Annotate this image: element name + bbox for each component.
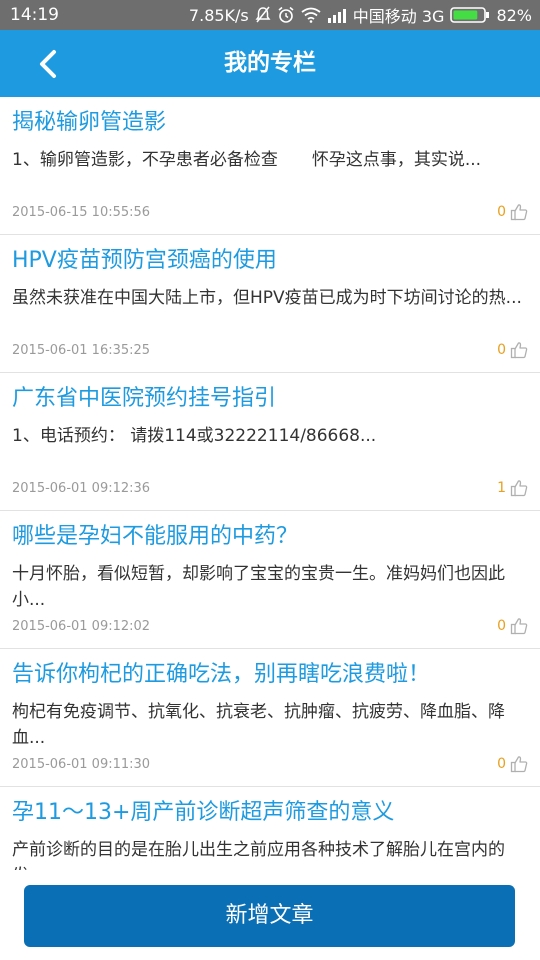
like-count: 0 (497, 342, 506, 358)
article-date: 2015-06-15 10:55:56 (12, 204, 151, 220)
article-date: 2015-06-01 09:11:30 (12, 756, 151, 772)
article-date: 2015-06-01 09:12:36 (12, 480, 151, 496)
article-title[interactable]: 告诉你枸杞的正确吃法，别再瞎吃浪费啦！ (12, 659, 528, 691)
like-count: 0 (497, 204, 506, 220)
status-bar: 14:19 7.85K/s 中国移动 3G 82% (0, 0, 540, 30)
screen: 14:19 7.85K/s 中国移动 3G 82% 我的专栏 揭秘输卵管造影 1… (0, 0, 540, 960)
chevron-left-icon (40, 50, 56, 78)
article-meta: 2015-06-01 09:11:30 0 (12, 754, 528, 774)
carrier-label: 中国移动 3G (352, 7, 445, 26)
battery-percent: 82% (496, 5, 532, 25)
status-time: 14:19 (10, 5, 59, 25)
battery-icon (450, 6, 490, 24)
article-summary: 枸杞有免疫调节、抗氧化、抗衰老、抗肿瘤、抗疲劳、降血脂、降血... (12, 702, 505, 748)
article-summary: 虽然未获准在中国大陆上市，但HPV疫苗已成为时下坊间讨论的热... (12, 288, 522, 308)
article-title[interactable]: HPV疫苗预防宫颈癌的使用 (12, 245, 528, 277)
article-title[interactable]: 广东省中医院预约挂号指引 (12, 383, 528, 415)
thumbs-up-icon (510, 480, 528, 497)
thumbs-up-icon (510, 756, 528, 773)
article-meta: 2015-06-01 09:12:02 0 (12, 616, 528, 636)
like-count: 1 (497, 480, 506, 496)
add-article-button[interactable]: 新增文章 (24, 885, 515, 947)
thumbs-up-icon (510, 342, 528, 359)
wifi-icon (301, 7, 321, 23)
article-title[interactable]: 哪些是孕妇不能服用的中药？ (12, 521, 528, 553)
back-button[interactable] (28, 44, 68, 84)
mute-icon (255, 6, 271, 24)
signal-icon (327, 7, 347, 23)
status-indicators: 7.85K/s 中国移动 3G 82% (189, 3, 532, 27)
page-title: 我的专栏 (224, 50, 316, 76)
title-bar: 我的专栏 (0, 30, 540, 97)
like-count: 0 (497, 618, 506, 634)
article-item[interactable]: 告诉你枸杞的正确吃法，别再瞎吃浪费啦！ 枸杞有免疫调节、抗氧化、抗衰老、抗肿瘤、… (0, 649, 540, 787)
like-button[interactable]: 1 (497, 479, 528, 497)
article-meta: 2015-06-01 16:35:25 0 (12, 340, 528, 360)
article-date: 2015-06-01 16:35:25 (12, 342, 151, 358)
article-meta: 2015-06-15 10:55:56 0 (12, 202, 528, 222)
article-item[interactable]: 广东省中医院预约挂号指引 1、电话预约： 请拨114或32222114/8666… (0, 373, 540, 511)
article-summary: 1、电话预约： 请拨114或32222114/86668... (12, 426, 377, 446)
network-speed: 7.85K/s (188, 5, 249, 25)
like-button[interactable]: 0 (497, 755, 528, 773)
like-count: 0 (497, 756, 506, 772)
article-summary: 1、输卵管造影，不孕患者必备检查 怀孕这点事，其实说... (12, 150, 482, 170)
like-button[interactable]: 0 (497, 341, 528, 359)
thumbs-up-icon (510, 618, 528, 635)
article-meta: 2015-06-01 09:12:36 1 (12, 478, 528, 498)
article-list[interactable]: 揭秘输卵管造影 1、输卵管造影，不孕患者必备检查 怀孕这点事，其实说... 20… (0, 97, 540, 887)
article-title[interactable]: 孕11～13+周产前诊断超声筛查的意义 (12, 797, 528, 829)
like-button[interactable]: 0 (497, 617, 528, 635)
article-item[interactable]: 哪些是孕妇不能服用的中药？ 十月怀胎，看似短暂，却影响了宝宝的宝贵一生。准妈妈们… (0, 511, 540, 649)
bottom-bar: 新增文章 (0, 870, 540, 960)
article-summary: 十月怀胎，看似短暂，却影响了宝宝的宝贵一生。准妈妈们也因此小... (12, 564, 505, 610)
article-item[interactable]: HPV疫苗预防宫颈癌的使用 虽然未获准在中国大陆上市，但HPV疫苗已成为时下坊间… (0, 235, 540, 373)
article-title[interactable]: 揭秘输卵管造影 (12, 107, 528, 139)
like-button[interactable]: 0 (497, 203, 528, 221)
article-date: 2015-06-01 09:12:02 (12, 618, 151, 634)
thumbs-up-icon (510, 204, 528, 221)
article-item[interactable]: 揭秘输卵管造影 1、输卵管造影，不孕患者必备检查 怀孕这点事，其实说... 20… (0, 97, 540, 235)
alarm-icon (277, 6, 295, 24)
